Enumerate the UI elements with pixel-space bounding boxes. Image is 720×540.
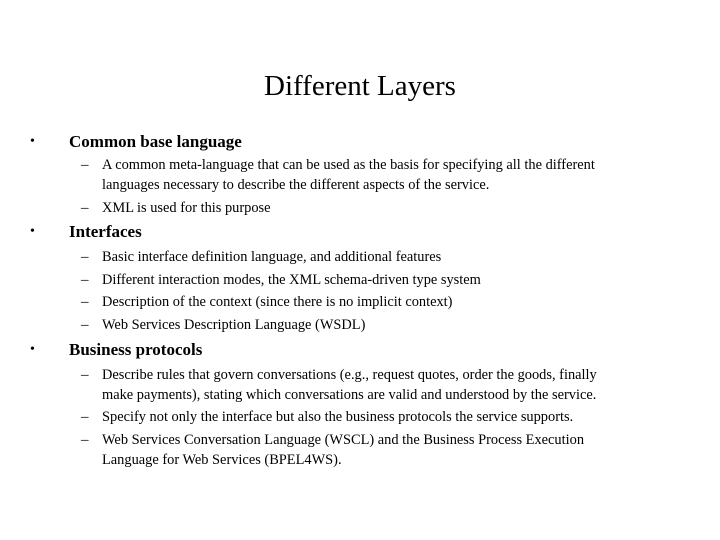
sub-item-line: Web Services Description Language (WSDL)	[102, 317, 366, 333]
bullet-heading: Common base language	[69, 132, 242, 151]
sub-item-line: Web Services Conversation Language (WSCL…	[102, 432, 585, 448]
bullet-icon: •	[30, 224, 35, 239]
sub-item-line: XML is used for this purpose	[102, 200, 271, 216]
sub-item-line: Describe rules that govern conversations…	[102, 367, 597, 383]
bullet-heading: Business protocols	[69, 340, 203, 359]
sub-item-line: Different interaction modes, the XML sch…	[102, 272, 481, 288]
dash-icon: –	[81, 294, 89, 310]
dash-icon: –	[81, 367, 89, 383]
sub-item-line: A common meta-language that can be used …	[102, 157, 595, 173]
dash-icon: –	[81, 200, 89, 216]
dash-icon: –	[81, 317, 89, 333]
sub-item-line: Language for Web Services (BPEL4WS).	[102, 452, 342, 468]
sub-item-line: Specify not only the interface but also …	[102, 409, 574, 425]
sub-item-line: Basic interface definition language, and…	[102, 249, 442, 265]
slide-title: Different Layers	[264, 70, 456, 103]
sub-item-line: languages necessary to describe the diff…	[102, 177, 490, 193]
dash-icon: –	[81, 272, 89, 288]
bullet-heading: Interfaces	[69, 222, 142, 241]
dash-icon: –	[81, 432, 89, 448]
bullet-icon: •	[30, 342, 35, 357]
bullet-icon: •	[30, 134, 35, 149]
dash-icon: –	[81, 409, 89, 425]
dash-icon: –	[81, 249, 89, 265]
sub-item-line: make payments), stating which conversati…	[102, 387, 597, 403]
dash-icon: –	[81, 157, 89, 173]
sub-item-line: Description of the context (since there …	[102, 294, 453, 310]
